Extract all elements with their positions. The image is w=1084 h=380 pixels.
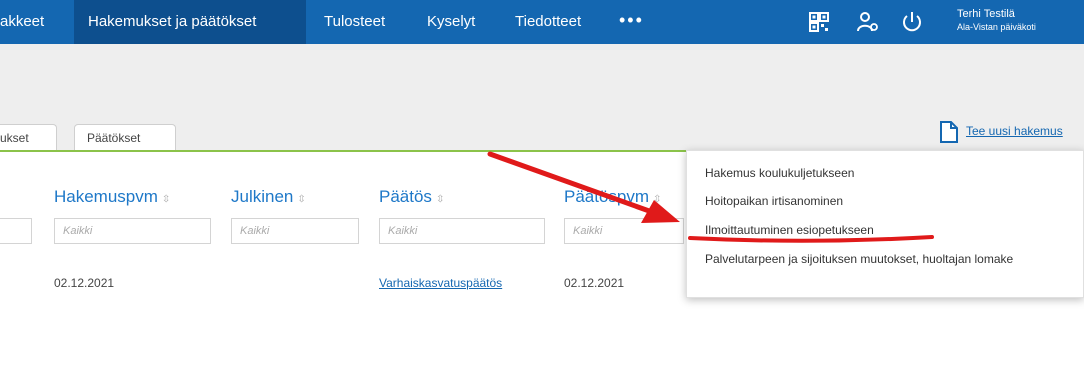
more-menu-button[interactable]: ••• [619,0,644,44]
user-name: Terhi Testilä [957,8,1015,20]
cell-decision-date: 02.12.2021 [564,276,625,290]
document-icon [940,121,958,143]
tab-hakemukset[interactable]: ukset [0,124,57,151]
column-header-julkinen[interactable]: Julkinen ⇳ [231,187,306,207]
menu-item-irtisanominen[interactable]: Hoitopaikan irtisanominen [705,194,1065,209]
sort-icon: ⇳ [161,194,171,205]
tab-paatokset[interactable]: Päätökset [74,124,176,151]
column-header-hakemuspvm[interactable]: Hakemuspvm ⇳ [54,187,170,207]
column-title: Päätöspvm [564,187,650,206]
sort-icon: ⇳ [435,194,445,205]
column-header-paatos[interactable]: Päätös ⇳ [379,187,444,207]
nav-item-tiedotteet[interactable]: Tiedotteet [515,0,581,44]
menu-item-palvelutarve[interactable]: Palvelutarpeen ja sijoituksen muutokset,… [705,252,1065,267]
sort-icon: ⇳ [653,194,662,205]
nav-item-hakemukset[interactable]: Hakemukset ja päätökset [74,0,306,44]
column-title: Hakemuspvm [54,187,158,206]
user-settings-icon[interactable] [856,11,880,33]
nav-item-tulosteet[interactable]: Tulosteet [324,0,385,44]
column-title: Julkinen [231,187,294,206]
new-application-dropdown: Hakemus koulukuljetukseen Hoitopaikan ir… [686,150,1084,298]
qr-code-icon[interactable] [807,11,831,33]
cell-application-date: 02.12.2021 [54,276,115,290]
menu-item-esiopetus[interactable]: Ilmoittautuminen esiopetukseen [705,223,1065,238]
sort-icon: ⇳ [297,194,306,205]
top-navigation-bar: akkeet Hakemukset ja päätökset Tulosteet… [0,0,1084,44]
filter-input-paatos[interactable]: Kaikki [379,218,545,244]
filter-input-paatospvm[interactable]: Kaikki [564,218,684,244]
filter-input-hakemuspvm[interactable]: Kaikki [54,218,211,244]
new-application-label: Tee uusi hakemus [966,124,1063,138]
filter-input-julkinen[interactable]: Kaikki [231,218,359,244]
nav-item-lapset[interactable]: akkeet [0,0,80,44]
column-header-paatospvm[interactable]: Päätöspvm ⇳ [564,187,661,207]
filter-input-first[interactable] [0,218,32,244]
cell-decision-link[interactable]: Varhaiskasvatuspäätös [379,276,502,290]
power-logout-icon[interactable] [900,11,924,33]
menu-item-koulukuljetus[interactable]: Hakemus koulukuljetukseen [705,166,1065,181]
user-organization: Ala-Vistan päiväkoti [957,22,1036,32]
nav-item-kyselyt[interactable]: Kyselyt [427,0,475,44]
column-title: Päätös [379,187,432,206]
user-info[interactable]: Terhi Testilä Ala-Vistan päiväkoti [957,8,1036,32]
